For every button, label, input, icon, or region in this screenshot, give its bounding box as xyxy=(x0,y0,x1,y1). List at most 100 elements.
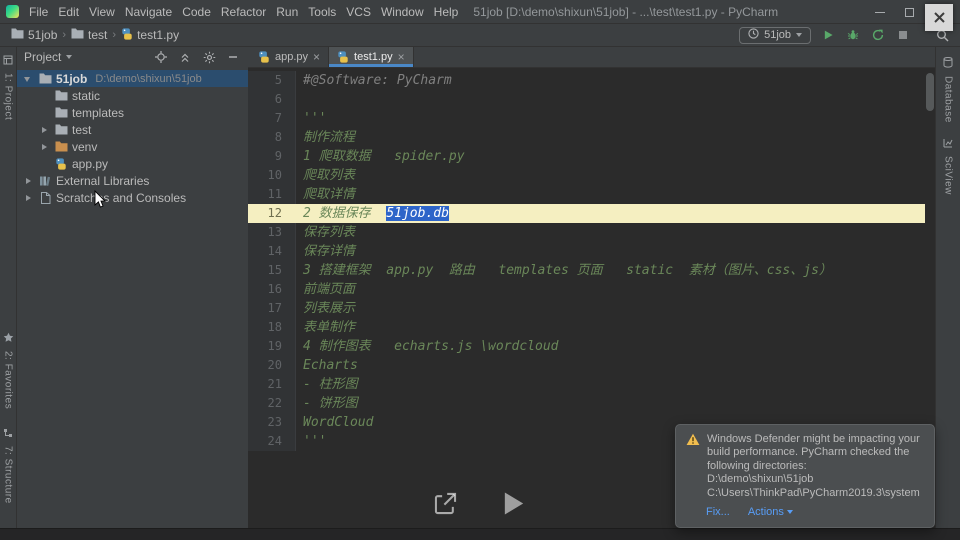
code-line-17[interactable]: 17 列表展示 xyxy=(248,299,925,318)
code-line-10[interactable]: 10 爬取列表 xyxy=(248,166,925,185)
database-icon xyxy=(943,55,953,73)
line-number: 7 xyxy=(248,109,296,128)
play-overlay-icon[interactable] xyxy=(503,491,525,521)
menu-code[interactable]: Code xyxy=(177,0,216,24)
mouse-cursor xyxy=(94,189,107,214)
libraries-icon xyxy=(38,175,52,187)
code-text: 前端页面 xyxy=(303,282,356,297)
code-text: #@Software: PyCharm xyxy=(303,73,452,88)
line-number: 14 xyxy=(248,242,296,261)
tree-item-label: static xyxy=(72,88,101,103)
code-line-21[interactable]: 21 - 柱形图 xyxy=(248,375,925,394)
breadcrumb-test1-py[interactable]: test1.py xyxy=(118,27,182,43)
chevron-right-icon[interactable] xyxy=(23,175,34,187)
debug-button[interactable] xyxy=(845,27,861,43)
project-panel-actions xyxy=(153,49,241,65)
tree-item-51job[interactable]: 51job D:\demo\shixun\51job xyxy=(17,70,248,87)
tree-item-external-libraries[interactable]: External Libraries xyxy=(17,172,248,189)
left-tool-strip: 1: Project 2: Favorites 7: Structure xyxy=(0,47,17,528)
share-overlay-icon[interactable] xyxy=(432,490,459,522)
tab-test1-py[interactable]: test1.py × xyxy=(329,47,414,67)
fix-link[interactable]: Fix... xyxy=(706,506,730,518)
run-with-coverage-button[interactable] xyxy=(870,27,886,43)
tab-close-icon[interactable]: × xyxy=(398,51,405,63)
line-number: 9 xyxy=(248,147,296,166)
settings-gear-icon[interactable] xyxy=(201,49,217,65)
tool-button-sciview[interactable]: SciView xyxy=(943,135,954,195)
menu-tools[interactable]: Tools xyxy=(303,0,341,24)
menu-help[interactable]: Help xyxy=(429,0,464,24)
menu-vcs[interactable]: VCS xyxy=(341,0,376,24)
tree-item-test[interactable]: test xyxy=(17,121,248,138)
code-line-15[interactable]: 15 3 搭建框架 app.py 路由 templates 页面 static 素… xyxy=(248,261,925,280)
chevron-down-icon[interactable] xyxy=(23,73,34,85)
collapse-all-button[interactable] xyxy=(177,49,193,65)
code-line-16[interactable]: 16 前端页面 xyxy=(248,280,925,299)
left-strip-bottom: 2: Favorites 7: Structure xyxy=(3,330,14,520)
code-line-12[interactable]: 12 2 数据保存 51job.db xyxy=(248,204,925,223)
menubar: File Edit View Navigate Code Refactor Run Tools… xyxy=(24,0,463,24)
maximize-button[interactable] xyxy=(905,7,914,17)
code-line-5[interactable]: 5 #@Software: PyCharm xyxy=(248,71,925,90)
code-text: - 饼形图 xyxy=(303,396,358,411)
code-line-19[interactable]: 19 4 制作图表 echarts.js \wordcloud xyxy=(248,337,925,356)
code-line-13[interactable]: 13 保存列表 xyxy=(248,223,925,242)
line-number: 17 xyxy=(248,299,296,318)
line-number: 8 xyxy=(248,128,296,147)
folder-icon xyxy=(11,28,24,42)
scrollbar-thumb[interactable] xyxy=(926,73,934,111)
menu-run[interactable]: Run xyxy=(271,0,303,24)
tab-close-icon[interactable]: × xyxy=(313,51,320,63)
tool-button-label: Database xyxy=(942,76,954,123)
code-line-11[interactable]: 11 爬取详情 xyxy=(248,185,925,204)
tool-button-2-favorites[interactable]: 2: Favorites xyxy=(3,330,14,409)
menu-view[interactable]: View xyxy=(84,0,120,24)
warning-icon xyxy=(686,433,700,501)
actions-link[interactable]: Actions xyxy=(748,506,793,518)
structure-icon xyxy=(3,425,13,443)
breadcrumb-51job[interactable]: 51job xyxy=(8,28,60,42)
hide-panel-button[interactable] xyxy=(225,49,241,65)
chevron-right-icon[interactable] xyxy=(23,192,34,204)
tree-item-templates[interactable]: templates xyxy=(17,104,248,121)
close-button[interactable] xyxy=(925,4,953,31)
code-line-8[interactable]: 8 制作流程 xyxy=(248,128,925,147)
code-line-7[interactable]: 7 ''' xyxy=(248,109,925,128)
locate-file-button[interactable] xyxy=(153,49,169,65)
line-number: 21 xyxy=(248,375,296,394)
tree-item-venv[interactable]: venv xyxy=(17,138,248,155)
project-panel-title[interactable]: Project xyxy=(24,50,61,64)
code-line-20[interactable]: 20 Echarts xyxy=(248,356,925,375)
tool-button-1-project[interactable]: 1: Project xyxy=(3,52,14,120)
tree-item-app-py[interactable]: app.py xyxy=(17,155,248,172)
code-line-9[interactable]: 9 1 爬取数据 spider.py xyxy=(248,147,925,166)
code-text: 爬取列表 xyxy=(303,168,356,183)
tree-item-scratches-and-consoles[interactable]: Scratches and Consoles xyxy=(17,189,248,206)
tool-button-database[interactable]: Database xyxy=(943,55,954,123)
menu-navigate[interactable]: Navigate xyxy=(120,0,177,24)
pycharm-window: File Edit View Navigate Code Refactor Run Tools… xyxy=(0,0,960,540)
tool-button-7-structure[interactable]: 7: Structure xyxy=(3,425,14,504)
menu-window[interactable]: Window xyxy=(376,0,429,24)
stop-button[interactable] xyxy=(895,27,911,43)
chevron-right-icon[interactable] xyxy=(39,124,50,136)
tree-item-label: templates xyxy=(72,105,125,120)
code-line-18[interactable]: 18 表单制作 xyxy=(248,318,925,337)
menu-refactor[interactable]: Refactor xyxy=(216,0,271,24)
breadcrumb-label: test xyxy=(88,28,108,42)
minimize-button[interactable] xyxy=(875,11,885,13)
tree-item-static[interactable]: static xyxy=(17,87,248,104)
tab-app-py[interactable]: app.py × xyxy=(250,47,330,67)
menu-edit[interactable]: Edit xyxy=(53,0,84,24)
code-line-14[interactable]: 14 保存详情 xyxy=(248,242,925,261)
code-line-6[interactable]: 6 xyxy=(248,90,925,109)
menu-file[interactable]: File xyxy=(24,0,53,24)
chevron-right-icon[interactable] xyxy=(39,141,50,153)
run-button[interactable] xyxy=(820,27,836,43)
project-tree: 51job D:\demo\shixun\51job static templates… xyxy=(17,67,248,206)
code-line-22[interactable]: 22 - 饼形图 xyxy=(248,394,925,413)
code-text: 4 制作图表 echarts.js \wordcloud xyxy=(303,339,559,354)
breadcrumb-test[interactable]: test xyxy=(68,28,110,42)
run-config-selector[interactable]: 51job xyxy=(739,26,811,44)
